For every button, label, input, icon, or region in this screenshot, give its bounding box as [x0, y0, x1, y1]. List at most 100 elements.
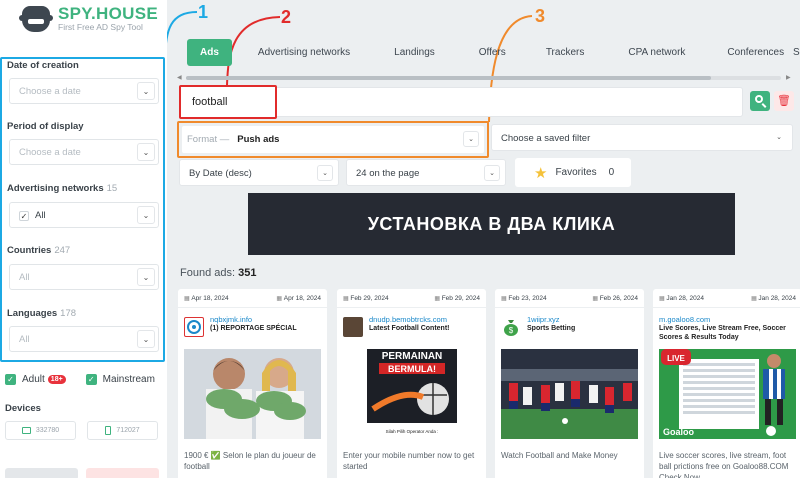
desktop-icon	[21, 427, 31, 434]
scroll-right-icon[interactable]: ▶	[786, 74, 791, 81]
tab-trackers[interactable]: Trackers	[546, 47, 585, 58]
mainstream-checkbox[interactable]: ✓	[85, 374, 97, 385]
annotation-1: 1	[198, 2, 209, 22]
advertising-networks-label: Advertising networks 15	[7, 183, 117, 194]
ad-text: 1900 € ✅ Selon le plan du joueur de foot…	[184, 451, 316, 471]
chevron-down-icon[interactable]: ⌄	[137, 268, 155, 286]
img-headline-1: PERMAINAN	[382, 351, 443, 362]
ad-image	[184, 349, 321, 439]
sort-value: By Date (desc)	[189, 168, 252, 179]
chevron-down-icon[interactable]: ⌄	[137, 330, 155, 348]
search-field-bg	[277, 87, 743, 117]
svg-text:$: $	[509, 326, 514, 335]
tab-offers[interactable]: Offers	[479, 47, 506, 58]
img-caption: Silah Pilih Operator Anda :	[386, 429, 439, 434]
device-desktop-button[interactable]: 332780	[5, 421, 76, 440]
check-icon: ✓	[19, 211, 29, 221]
favorites-button[interactable]: ★ Favorites 0	[515, 158, 631, 187]
tab-cpa-network[interactable]: CPA network	[628, 47, 685, 58]
ad-title: Latest Football Content!	[369, 325, 450, 332]
countries-value: All	[19, 272, 30, 283]
date-of-creation-label: Date of creation	[7, 60, 79, 71]
ad-domain[interactable]: 1wiipr.xyz	[527, 315, 560, 324]
tab-advertising-networks[interactable]: Advertising networks	[258, 47, 350, 58]
format-select[interactable]: Format — Push ads ⌄	[182, 126, 484, 153]
search-input[interactable]: football	[179, 85, 277, 119]
content-type-row: ✓ Adult 18+ ✓ Mainstream	[5, 374, 155, 385]
search-icon	[755, 95, 763, 103]
ad-card[interactable]: Feb 23, 2024 Feb 26, 2024 $ 1wiipr.xyz Sp…	[495, 289, 644, 478]
chevron-down-icon[interactable]: ⌄	[484, 165, 500, 181]
annotation-2: 2	[281, 7, 292, 27]
clear-search-button[interactable]: 🗑	[774, 91, 794, 111]
ad-image: PERMAINAN BERMULA! Silah Pilih Operator …	[343, 349, 480, 439]
goaloo-logo-text: Goaloo	[663, 427, 695, 437]
divider	[337, 307, 486, 308]
chevron-down-icon[interactable]: ⌄	[771, 130, 787, 146]
adult-checkbox[interactable]: ✓	[5, 374, 16, 385]
period-of-display-placeholder: Choose a date	[19, 147, 81, 158]
chevron-down-icon[interactable]: ⌄	[137, 82, 155, 100]
favorites-count: 0	[608, 167, 615, 178]
advertising-networks-select[interactable]: ✓ All ⌄	[9, 202, 159, 228]
format-highlight: Format — Push ads ⌄	[177, 121, 489, 158]
ad-card[interactable]: Feb 29, 2024 Feb 29, 2024 dnudp.bemobtrck…	[337, 289, 486, 478]
scrollbar-thumb[interactable]	[186, 76, 711, 80]
date-start: Jan 28, 2024	[659, 295, 704, 302]
date-of-creation-placeholder: Choose a date	[19, 86, 81, 97]
per-page-select[interactable]: 24 on the page ⌄	[346, 159, 506, 186]
date-end: Apr 18, 2024	[276, 295, 321, 302]
divider	[178, 307, 327, 308]
card-dates: Feb 23, 2024 Feb 26, 2024	[501, 295, 638, 302]
saved-filter-select[interactable]: Choose a saved filter ⌄	[491, 124, 793, 151]
apply-filter-button[interactable]	[5, 468, 78, 478]
tab-more[interactable]: S	[793, 47, 800, 58]
reset-filter-button[interactable]	[86, 468, 159, 478]
tab-conferences[interactable]: Conferences	[727, 47, 784, 58]
languages-label: Languages 178	[7, 308, 76, 319]
scroll-left-icon[interactable]: ◀	[177, 74, 182, 81]
chevron-down-icon[interactable]: ⌄	[137, 206, 155, 224]
divider	[495, 307, 644, 308]
filter-panel: Date of creation Choose a date ⌄ Period …	[0, 57, 165, 362]
languages-select[interactable]: All ⌄	[9, 326, 159, 352]
chevron-down-icon[interactable]: ⌄	[137, 143, 155, 161]
adult-label: Adult	[22, 374, 45, 385]
device-mobile-button[interactable]: 712027	[87, 421, 158, 440]
sort-select[interactable]: By Date (desc) ⌄	[179, 159, 339, 186]
spy-logo-icon	[19, 6, 53, 32]
countries-label-text: Countries	[7, 245, 52, 256]
ad-card[interactable]: Apr 18, 2024 Apr 18, 2024 nqbxjmk.info (1…	[178, 289, 327, 478]
found-ads-count: 351	[238, 267, 257, 279]
chevron-down-icon[interactable]: ⌄	[463, 131, 479, 147]
ad-domain[interactable]: nqbxjmk.info	[210, 315, 252, 324]
date-end: Jan 28, 2024	[751, 295, 796, 302]
mobile-icon	[105, 426, 112, 435]
tab-landings[interactable]: Landings	[394, 47, 435, 58]
tab-ads[interactable]: Ads	[187, 39, 232, 66]
date-of-creation-select[interactable]: Choose a date ⌄	[9, 78, 159, 104]
star-icon: ★	[534, 164, 548, 182]
ad-text: Enter your mobile number now to get star…	[343, 451, 475, 471]
ad-card[interactable]: Jan 28, 2024 Jan 28, 2024 m.goaloo8.com L…	[653, 289, 800, 478]
ad-text: Watch Football and Make Money	[501, 451, 618, 460]
advertising-networks-count: 15	[106, 183, 118, 194]
chevron-down-icon[interactable]: ⌄	[317, 165, 333, 181]
device-desktop-count: 332780	[35, 427, 60, 434]
format-value: Push ads	[237, 134, 280, 145]
tabs-scrollbar[interactable]: ◀ ▶	[176, 74, 800, 82]
img-headline-2: BERMULA!	[388, 364, 436, 374]
device-mobile-count: 712027	[116, 427, 140, 434]
promo-banner[interactable]: УСТАНОВКА В ДВА КЛИКА	[248, 193, 735, 255]
ad-domain[interactable]: m.goaloo8.com	[659, 315, 710, 324]
logo[interactable]: SPY.HOUSE First Free AD Spy Tool	[19, 5, 158, 33]
ad-domain[interactable]: dnudp.bemobtrcks.com	[369, 315, 447, 324]
adult-badge: 18+	[47, 375, 66, 384]
countries-select[interactable]: All ⌄	[9, 264, 159, 290]
advertising-networks-label-text: Advertising networks	[7, 183, 104, 194]
live-badge: LIVE	[667, 354, 685, 363]
ad-image: LIVE Goaloo	[659, 349, 796, 439]
period-of-display-select[interactable]: Choose a date ⌄	[9, 139, 159, 165]
search-button[interactable]	[750, 91, 770, 111]
per-page-value: 24 on the page	[356, 168, 420, 179]
